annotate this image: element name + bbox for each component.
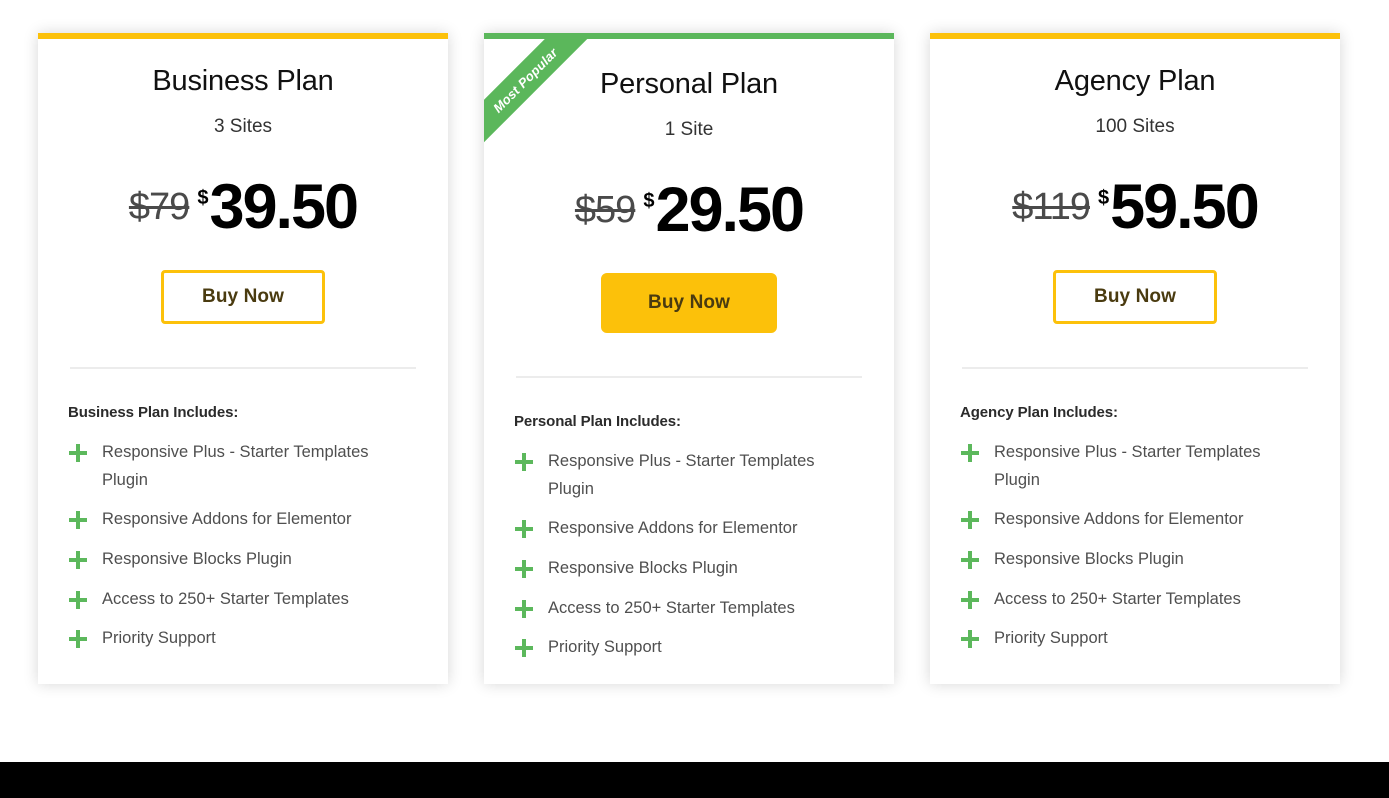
currency-symbol: $ (1097, 187, 1110, 209)
buy-now-button[interactable]: Buy Now (601, 272, 777, 333)
buy-now-button[interactable]: Buy Now (1053, 269, 1217, 324)
original-price: $79 (128, 186, 190, 229)
list-item: Responsive Blocks Plugin (514, 555, 864, 583)
feature-label: Access to 250+ Starter Templates (548, 598, 795, 617)
features-title: Business Plan Includes: (68, 403, 239, 421)
current-price: $ 39.50 (197, 172, 359, 242)
feature-label: Responsive Addons for Elementor (102, 510, 352, 529)
plan-sites: 100 Sites (1095, 116, 1175, 137)
card-divider (962, 366, 1308, 369)
plus-icon (960, 550, 980, 570)
plus-icon (514, 599, 534, 619)
plus-icon (514, 519, 534, 539)
list-item: Access to 250+ Starter Templates (68, 586, 418, 614)
plus-icon (514, 452, 534, 472)
plus-icon (68, 550, 88, 570)
price-amount: 39.50 (209, 172, 359, 242)
plan-sites: 1 Site (664, 119, 714, 140)
buy-button-row: Buy Now (484, 272, 894, 333)
buy-button-row: Buy Now (38, 269, 448, 324)
buy-button-row: Buy Now (930, 269, 1340, 324)
list-item: Priority Support (514, 634, 864, 662)
card-header: Agency Plan 100 Sites (930, 39, 1340, 138)
list-item: Priority Support (68, 625, 418, 653)
plus-icon (960, 629, 980, 649)
price-row: $119 $ 59.50 (930, 172, 1340, 242)
feature-label: Priority Support (994, 629, 1108, 648)
plus-icon (960, 443, 980, 463)
plan-title: Business Plan (152, 65, 334, 97)
list-item: Priority Support (960, 625, 1310, 653)
features-section: Personal Plan Includes: Responsive Plus … (484, 413, 894, 662)
pricing-card-agency: Agency Plan 100 Sites $119 $ 59.50 Buy N… (930, 33, 1340, 685)
feature-label: Responsive Blocks Plugin (548, 559, 738, 577)
plus-icon (514, 638, 534, 658)
list-item: Responsive Blocks Plugin (68, 546, 418, 574)
feature-label: Priority Support (548, 638, 662, 657)
list-item: Responsive Addons for Elementor (960, 506, 1310, 534)
plus-icon (68, 629, 88, 649)
original-price: $59 (574, 189, 636, 232)
card-divider (70, 366, 416, 369)
plus-icon (960, 590, 980, 610)
card-divider (516, 375, 862, 378)
feature-label: Responsive Plus - Starter Templates Plug… (994, 442, 1261, 489)
plus-icon (68, 443, 88, 463)
card-header: Personal Plan 1 Site (484, 39, 894, 141)
buy-now-button[interactable]: Buy Now (161, 269, 325, 324)
original-price: $119 (1012, 186, 1091, 229)
feature-list: Responsive Plus - Starter Templates Plug… (68, 439, 418, 653)
bottom-black-bar (0, 762, 1389, 798)
currency-symbol: $ (197, 187, 209, 209)
list-item: Responsive Plus - Starter Templates Plug… (68, 439, 418, 494)
price-amount: 59.50 (1110, 172, 1260, 242)
feature-label: Responsive Plus - Starter Templates Plug… (102, 442, 369, 489)
feature-label: Responsive Addons for Elementor (548, 519, 798, 538)
current-price: $ 29.50 (643, 175, 805, 245)
feature-list: Responsive Plus - Starter Templates Plug… (960, 439, 1310, 653)
price-row: $79 $ 39.50 (38, 172, 448, 242)
current-price: $ 59.50 (1097, 172, 1260, 242)
list-item: Responsive Addons for Elementor (68, 506, 418, 534)
feature-label: Priority Support (102, 629, 216, 648)
feature-label: Access to 250+ Starter Templates (102, 589, 349, 608)
plan-title: Personal Plan (600, 68, 778, 100)
features-title: Personal Plan Includes: (514, 412, 681, 430)
list-item: Access to 250+ Starter Templates (514, 595, 864, 623)
features-title: Agency Plan Includes: (960, 403, 1118, 421)
pricing-card-business: Business Plan 3 Sites $79 $ 39.50 Buy No… (38, 33, 448, 685)
list-item: Responsive Blocks Plugin (960, 546, 1310, 574)
list-item: Responsive Addons for Elementor (514, 515, 864, 543)
list-item: Responsive Plus - Starter Templates Plug… (514, 448, 864, 503)
pricing-page: Business Plan 3 Sites $79 $ 39.50 Buy No… (0, 0, 1389, 798)
price-amount: 29.50 (655, 175, 805, 245)
plus-icon (68, 590, 88, 610)
features-section: Business Plan Includes: Responsive Plus … (38, 404, 448, 653)
plus-icon (960, 510, 980, 530)
currency-symbol: $ (643, 190, 655, 212)
pricing-card-personal: Most Popular Personal Plan 1 Site $59 $ … (484, 33, 894, 685)
feature-label: Responsive Plus - Starter Templates Plug… (548, 451, 815, 498)
plus-icon (514, 559, 534, 579)
list-item: Responsive Plus - Starter Templates Plug… (960, 439, 1310, 494)
price-row: $59 $ 29.50 (484, 175, 894, 245)
features-section: Agency Plan Includes: Responsive Plus - … (930, 404, 1340, 653)
card-header: Business Plan 3 Sites (38, 39, 448, 138)
feature-label: Responsive Blocks Plugin (102, 550, 292, 568)
plan-sites: 3 Sites (213, 116, 273, 137)
feature-label: Access to 250+ Starter Templates (994, 589, 1241, 608)
feature-label: Responsive Addons for Elementor (994, 510, 1244, 529)
plus-icon (68, 510, 88, 530)
feature-list: Responsive Plus - Starter Templates Plug… (514, 448, 864, 662)
list-item: Access to 250+ Starter Templates (960, 586, 1310, 614)
feature-label: Responsive Blocks Plugin (994, 550, 1184, 568)
pricing-card-grid: Business Plan 3 Sites $79 $ 39.50 Buy No… (38, 33, 1341, 685)
plan-title: Agency Plan (1054, 65, 1216, 97)
